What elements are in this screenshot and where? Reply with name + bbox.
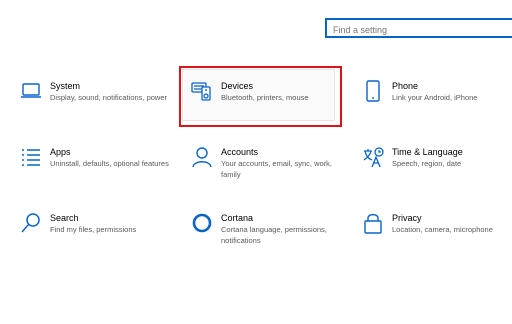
- settings-tile-search[interactable]: Search Find my files, permissions: [20, 212, 180, 262]
- tile-title: Apps: [50, 147, 71, 157]
- tile-description: Bluetooth, printers, mouse: [221, 93, 309, 102]
- phone-icon: [362, 80, 384, 102]
- tile-description: Find my files, permissions: [50, 225, 137, 234]
- tile-title: Time & Language: [392, 147, 463, 157]
- tile-title: Privacy: [392, 213, 422, 223]
- settings-tile-privacy[interactable]: Privacy Location, camera, microphone: [362, 212, 512, 262]
- laptop-icon: [20, 80, 42, 102]
- person-icon: [191, 146, 213, 168]
- tile-description: Cortana language, permissions, notificat…: [221, 225, 327, 245]
- settings-tile-cortana[interactable]: Cortana Cortana language, permissions, n…: [191, 212, 351, 262]
- settings-tile-system[interactable]: System Display, sound, notifications, po…: [20, 80, 180, 130]
- tile-title: Devices: [221, 81, 254, 91]
- tile-description: Display, sound, notifications, power: [50, 93, 168, 102]
- tile-title: System: [50, 81, 81, 91]
- tile-description: Location, camera, microphone: [392, 225, 493, 234]
- cortana-circle-icon: [191, 212, 213, 234]
- tile-description: Uninstall, defaults, optional features: [50, 159, 169, 168]
- lock-icon: [362, 212, 384, 234]
- tile-title: Search: [50, 213, 79, 223]
- tile-title: Accounts: [221, 147, 259, 157]
- tile-title: Phone: [392, 81, 419, 91]
- settings-tile-apps[interactable]: Apps Uninstall, defaults, optional featu…: [20, 146, 180, 196]
- tile-title: Cortana: [221, 213, 254, 223]
- magnifier-icon: [20, 212, 42, 234]
- settings-tile-accounts[interactable]: Accounts Your accounts, email, sync, wor…: [191, 146, 351, 196]
- time-language-icon: [362, 146, 384, 168]
- tile-description: Speech, region, date: [392, 159, 462, 168]
- settings-tile-phone[interactable]: Phone Link your Android, iPhone: [362, 80, 512, 130]
- search-input[interactable]: [327, 22, 512, 38]
- find-setting-search-box[interactable]: [325, 18, 512, 38]
- tile-description: Link your Android, iPhone: [392, 93, 478, 102]
- keyboard-devices-icon: [191, 80, 213, 102]
- tile-description: Your accounts, email, sync, work, family: [221, 159, 333, 179]
- apps-list-icon: [20, 146, 42, 168]
- settings-tile-devices[interactable]: Devices Bluetooth, printers, mouse: [191, 80, 351, 130]
- settings-tile-time-language[interactable]: Time & Language Speech, region, date: [362, 146, 512, 196]
